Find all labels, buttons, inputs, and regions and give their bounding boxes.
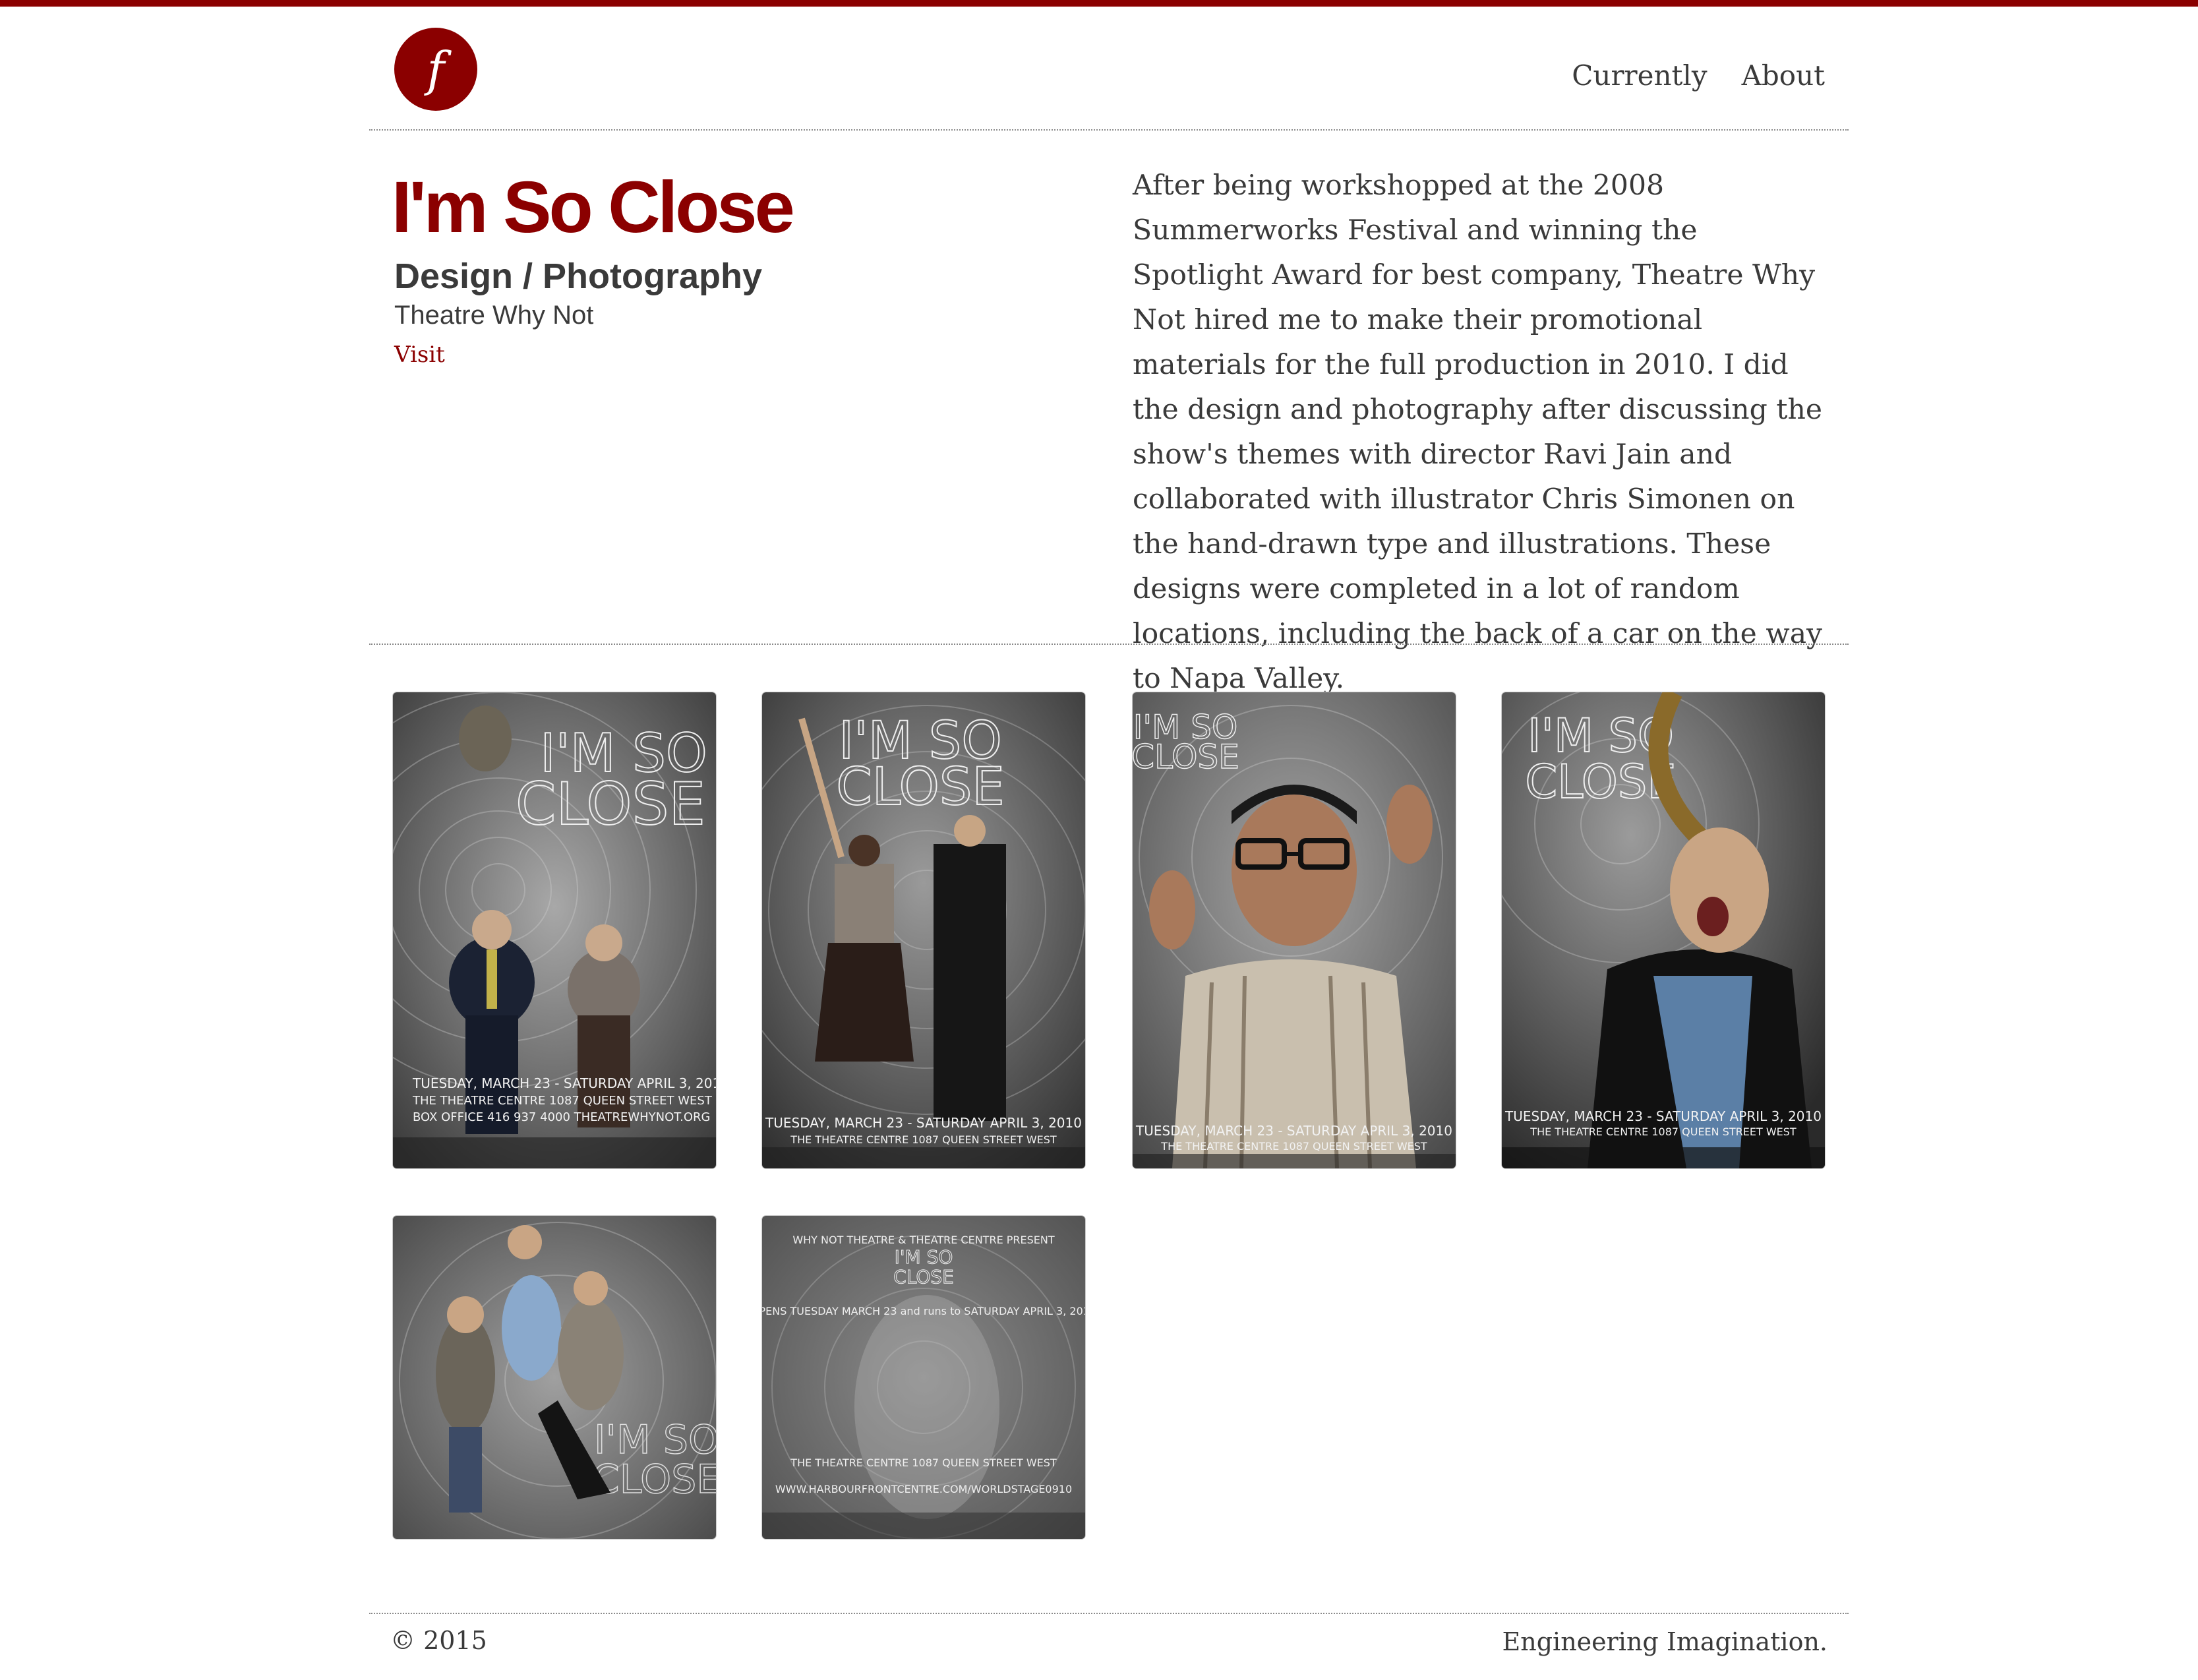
page-container: f Currently About I'm So Close Design / … bbox=[369, 7, 1849, 1680]
poster-6-image: WHY NOT THEATRE & THEATRE CENTRE PRESENT… bbox=[762, 1216, 1085, 1539]
intro-divider bbox=[369, 644, 1849, 645]
site-logo[interactable]: f bbox=[394, 28, 477, 111]
poster-5-title-bottom: CLOSE bbox=[592, 1456, 716, 1503]
poster-4-venue: THE THEATRE CENTRE 1087 QUEEN STREET WES… bbox=[1530, 1125, 1797, 1138]
poster-1-image: I'M SO CLOSE TUESDAY, MARCH 23 - SATURDA… bbox=[393, 692, 716, 1168]
project-type: Design / Photography bbox=[394, 256, 763, 296]
logo-letter: f bbox=[427, 42, 445, 97]
gallery-thumb-poster-6[interactable]: WHY NOT THEATRE & THEATRE CENTRE PRESENT… bbox=[762, 1216, 1085, 1539]
visit-link[interactable]: Visit bbox=[394, 342, 445, 368]
poster-2-title-bottom: CLOSE bbox=[836, 758, 1004, 817]
poster-5-image: I'M SO CLOSE bbox=[393, 1216, 716, 1539]
poster-1-date: TUESDAY, MARCH 23 - SATURDAY APRIL 3, 20… bbox=[412, 1075, 716, 1091]
project-title: I'm So Close bbox=[392, 167, 795, 248]
main-nav: Currently About bbox=[1572, 59, 1825, 92]
poster-2-venue: THE THEATRE CENTRE 1087 QUEEN STREET WES… bbox=[790, 1133, 1057, 1146]
poster-3-image: I'M SO CLOSE TUESDAY, MARCH 23 - SATURDA… bbox=[1133, 692, 1456, 1168]
poster-6-run-dates: OPENS TUESDAY MARCH 23 and runs to SATUR… bbox=[762, 1305, 1085, 1317]
poster-6-url: WWW.HARBOURFRONTCENTRE.COM/WORLDSTAGE091… bbox=[775, 1483, 1072, 1495]
footer-tagline: Engineering Imagination. bbox=[1502, 1627, 1828, 1656]
poster-6-title-bottom: CLOSE bbox=[893, 1266, 954, 1288]
top-accent-bar bbox=[0, 0, 2198, 7]
footer-divider bbox=[369, 1613, 1849, 1614]
project-client: Theatre Why Not bbox=[394, 301, 594, 330]
gallery-thumb-poster-2[interactable]: I'M SO CLOSE TUESDAY, MARCH 23 - SATURDA… bbox=[762, 692, 1085, 1168]
poster-3-title-bottom: CLOSE bbox=[1133, 738, 1239, 776]
nav-link-currently[interactable]: Currently bbox=[1572, 59, 1707, 92]
header-divider bbox=[369, 129, 1849, 131]
poster-3-venue: THE THEATRE CENTRE 1087 QUEEN STREET WES… bbox=[1160, 1140, 1427, 1153]
footer-copyright: © 2015 bbox=[390, 1626, 487, 1655]
gallery-thumb-poster-3[interactable]: I'M SO CLOSE TUESDAY, MARCH 23 - SATURDA… bbox=[1133, 692, 1456, 1168]
poster-1-title-bottom: CLOSE bbox=[516, 770, 705, 838]
poster-4-image: I'M SO CLOSE TUESDAY, MARCH 23 - SATURDA… bbox=[1502, 692, 1825, 1168]
poster-3-date: TUESDAY, MARCH 23 - SATURDAY APRIL 3, 20… bbox=[1135, 1123, 1452, 1139]
poster-6-venue: THE THEATRE CENTRE 1087 QUEEN STREET WES… bbox=[790, 1456, 1057, 1469]
project-description: After being workshopped at the 2008 Summ… bbox=[1133, 169, 1823, 695]
poster-2-image: I'M SO CLOSE TUESDAY, MARCH 23 - SATURDA… bbox=[762, 692, 1085, 1168]
nav-link-about[interactable]: About bbox=[1742, 59, 1825, 92]
poster-6-presenters: WHY NOT THEATRE & THEATRE CENTRE PRESENT bbox=[792, 1234, 1055, 1246]
poster-1-venue: THE THEATRE CENTRE 1087 QUEEN STREET WES… bbox=[412, 1094, 713, 1108]
gallery-thumb-poster-4[interactable]: I'M SO CLOSE TUESDAY, MARCH 23 - SATURDA… bbox=[1502, 692, 1825, 1168]
gallery-thumb-poster-5[interactable]: I'M SO CLOSE bbox=[393, 1216, 716, 1539]
poster-2-date: TUESDAY, MARCH 23 - SATURDAY APRIL 3, 20… bbox=[765, 1115, 1082, 1131]
poster-4-date: TUESDAY, MARCH 23 - SATURDAY APRIL 3, 20… bbox=[1504, 1108, 1822, 1124]
gallery-thumb-poster-1[interactable]: I'M SO CLOSE TUESDAY, MARCH 23 - SATURDA… bbox=[393, 692, 716, 1168]
poster-6-title-top: I'M SO bbox=[895, 1246, 953, 1268]
poster-1-info: BOX OFFICE 416 937 4000 THEATREWHYNOT.OR… bbox=[413, 1110, 711, 1124]
